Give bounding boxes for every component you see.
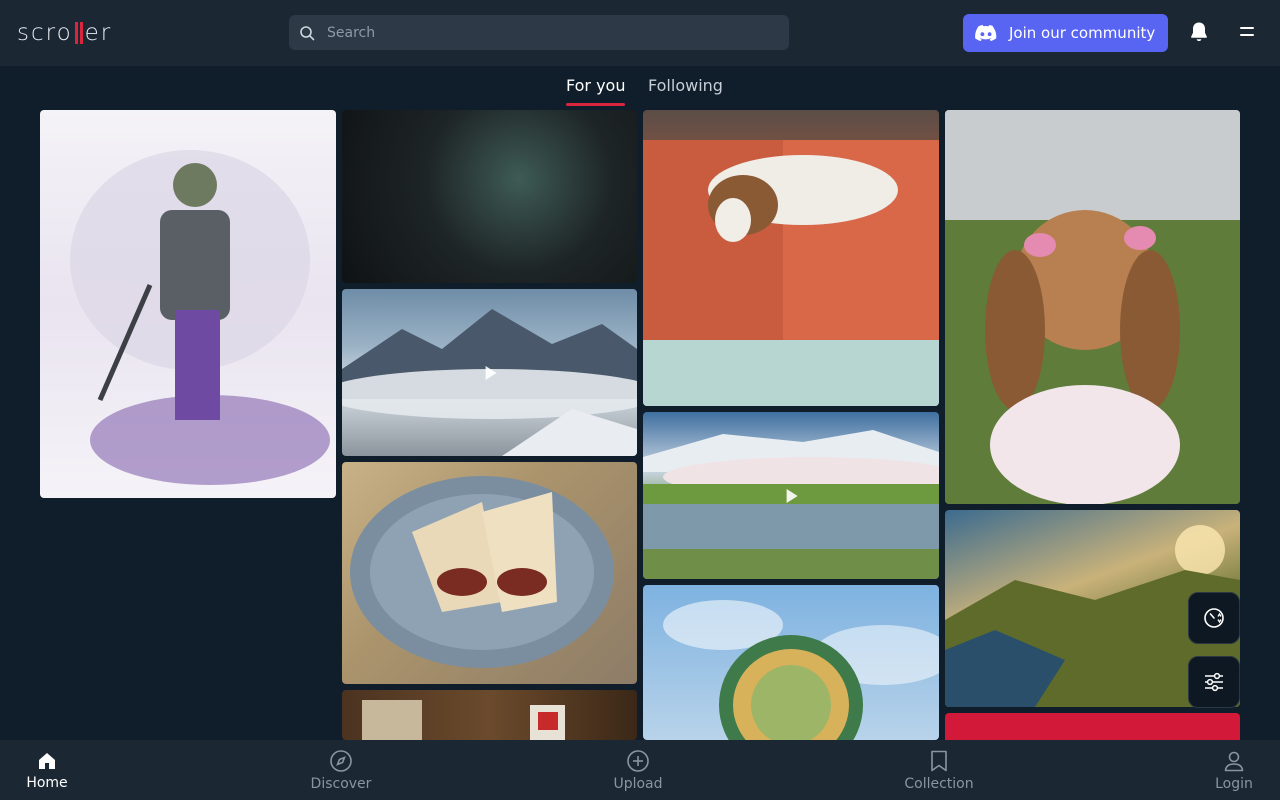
tile-mountain-clouds[interactable]	[342, 289, 637, 456]
tile-burrito-plate[interactable]	[342, 462, 637, 684]
history-icon	[1204, 608, 1224, 628]
user-icon	[1224, 751, 1244, 771]
bookmark-icon	[931, 750, 947, 771]
filter-button[interactable]	[1188, 656, 1240, 708]
search-bar[interactable]	[289, 15, 789, 50]
tile-dark-fantasy-art[interactable]	[342, 110, 637, 283]
nav-login[interactable]: Login	[1206, 740, 1262, 800]
nav-discover-label: Discover	[310, 775, 372, 792]
compass-icon	[330, 749, 352, 772]
nav-login-label: Login	[1215, 775, 1253, 792]
nav-upload[interactable]: Upload	[603, 740, 673, 800]
plus-circle-icon	[627, 749, 649, 772]
nav-collection[interactable]: Collection	[898, 740, 980, 800]
join-community-label: Join our community	[1009, 24, 1156, 42]
books-scene	[362, 700, 565, 740]
jellyfish-scene	[663, 600, 939, 740]
tab-following[interactable]: Following	[648, 76, 723, 102]
burrito-plate-scene	[350, 476, 614, 668]
bottom-navigation: Home Discover Upload Collection Login	[0, 740, 1280, 800]
join-community-button[interactable]: Join our community	[963, 14, 1168, 52]
tile-basset-in-dress[interactable]	[945, 110, 1240, 504]
logo-bars-icon	[74, 22, 83, 44]
play-icon	[786, 488, 798, 503]
tile-jellyfish-sky[interactable]	[643, 585, 939, 740]
tile-basset-on-quilt[interactable]	[643, 110, 939, 406]
nav-collection-label: Collection	[904, 775, 974, 792]
tile-cherry-blossom-river[interactable]	[643, 412, 939, 579]
filter-sliders-icon	[1205, 672, 1223, 692]
logo-text-left: scro	[17, 20, 73, 46]
wizard-illustration	[70, 150, 330, 485]
discord-icon	[975, 24, 997, 41]
history-button[interactable]	[1188, 592, 1240, 644]
search-icon	[300, 26, 315, 41]
tile-book-shelf[interactable]	[342, 690, 637, 740]
nav-home-label: Home	[26, 774, 68, 791]
bell-icon[interactable]	[1187, 20, 1211, 44]
nav-upload-label: Upload	[613, 775, 663, 792]
dog-in-dress-scene	[945, 110, 1240, 504]
top-header: scro er Join our community	[0, 0, 1280, 66]
home-icon	[39, 752, 55, 769]
tile-gnome-wizard-art[interactable]	[40, 110, 336, 498]
logo-text-right: er	[84, 20, 113, 46]
menu-icon[interactable]	[1236, 24, 1258, 42]
nav-home[interactable]: Home	[17, 740, 77, 800]
tab-for-you[interactable]: For you	[566, 76, 626, 106]
scroller-logo[interactable]: scro er	[17, 18, 112, 48]
nav-discover[interactable]: Discover	[301, 740, 381, 800]
search-input[interactable]	[327, 15, 777, 50]
play-icon	[485, 365, 497, 380]
dog-on-quilt-scene	[643, 140, 939, 406]
